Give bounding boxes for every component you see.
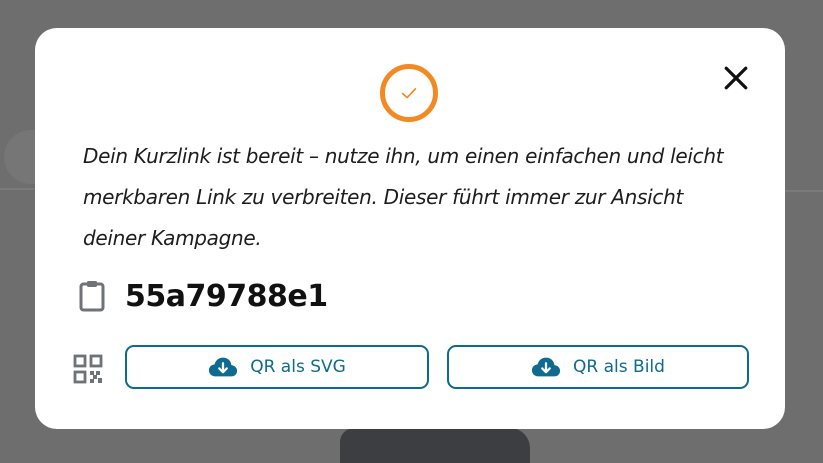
download-qr-svg-button[interactable]: QR als SVG (125, 345, 429, 389)
clipboard-icon[interactable] (77, 278, 107, 314)
short-link-value[interactable]: 55a79788e1 (125, 279, 328, 314)
button-label: QR als Bild (573, 357, 665, 377)
background-divider (0, 188, 40, 190)
background-divider (783, 190, 823, 192)
close-icon (724, 66, 748, 90)
short-link-row: 55a79788e1 (77, 276, 328, 316)
download-qr-image-button[interactable]: QR als Bild (447, 345, 749, 389)
qr-code-icon (73, 354, 103, 384)
cloud-download-icon (531, 357, 561, 377)
shortlink-dialog: Dein Kurzlink ist bereit – nutze ihn, um… (35, 28, 785, 429)
success-check-icon (380, 64, 438, 122)
qr-download-row: QR als SVG QR als Bild (73, 345, 753, 393)
dialog-message: Dein Kurzlink ist bereit – nutze ihn, um… (83, 144, 724, 250)
close-button[interactable] (719, 61, 753, 95)
cloud-download-icon (209, 357, 238, 377)
background-image (340, 428, 530, 463)
button-label: QR als SVG (250, 357, 346, 377)
check-icon (401, 88, 417, 99)
